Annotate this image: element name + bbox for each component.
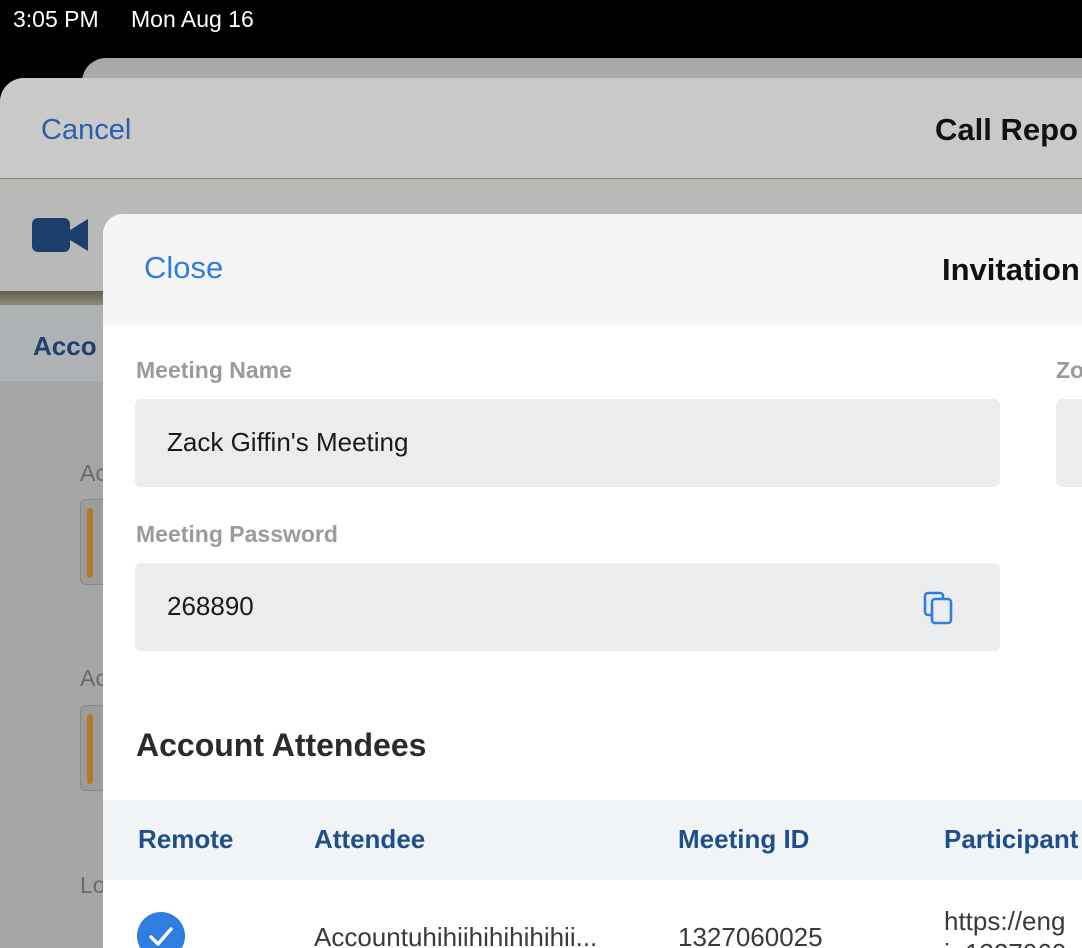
meeting-password-value: 268890 — [167, 591, 254, 621]
call-report-title: Call Repo — [935, 112, 1078, 147]
zoom-label-fragment: Zo — [1056, 357, 1082, 383]
meeting-name-label: Meeting Name — [136, 357, 292, 383]
call-report-navbar: Cancel Call Repo — [0, 78, 1082, 179]
meeting-name-field[interactable]: Zack Giffin's Meeting — [135, 399, 1000, 487]
remote-checkbox[interactable] — [137, 912, 185, 948]
close-button[interactable]: Close — [144, 250, 223, 286]
column-header-attendee[interactable]: Attendee — [314, 824, 425, 855]
status-date: Mon Aug 16 — [131, 6, 254, 32]
zoom-field[interactable] — [1056, 399, 1082, 487]
meeting-password-label: Meeting Password — [136, 521, 338, 547]
copy-icon[interactable] — [923, 591, 955, 625]
invitation-title: Invitation — [942, 252, 1080, 287]
participant-link[interactable]: https://eng — [944, 906, 1065, 937]
video-camera-icon[interactable] — [32, 216, 90, 254]
tab-account[interactable]: Acco — [33, 331, 97, 362]
attendees-table-header: Remote Attendee Meeting ID Participant — [103, 800, 1082, 880]
column-header-remote[interactable]: Remote — [138, 824, 233, 855]
invitation-sheet: Close Invitation Meeting Name Zack Giffi… — [103, 214, 1082, 948]
meeting-name-value: Zack Giffin's Meeting — [167, 427, 409, 457]
column-header-participant[interactable]: Participant — [944, 824, 1078, 855]
checkmark-icon — [149, 927, 173, 946]
cancel-button[interactable]: Cancel — [41, 114, 131, 147]
meeting-id-value: 1327060025 — [678, 922, 823, 948]
field-label-fragment: Lo — [80, 872, 106, 898]
account-attendees-heading: Account Attendees — [136, 727, 427, 763]
participant-link-line2[interactable]: i=1327060 — [944, 938, 1066, 948]
invitation-navbar: Close Invitation — [103, 214, 1082, 325]
attendee-name: Accountuhihiihihihihihii... — [314, 922, 598, 948]
status-time: 3:05 PM — [13, 6, 99, 32]
column-header-meeting-id[interactable]: Meeting ID — [678, 824, 809, 855]
status-bar: 3:05 PM Mon Aug 16 — [0, 0, 1082, 60]
meeting-password-field[interactable]: 268890 — [135, 563, 1000, 651]
